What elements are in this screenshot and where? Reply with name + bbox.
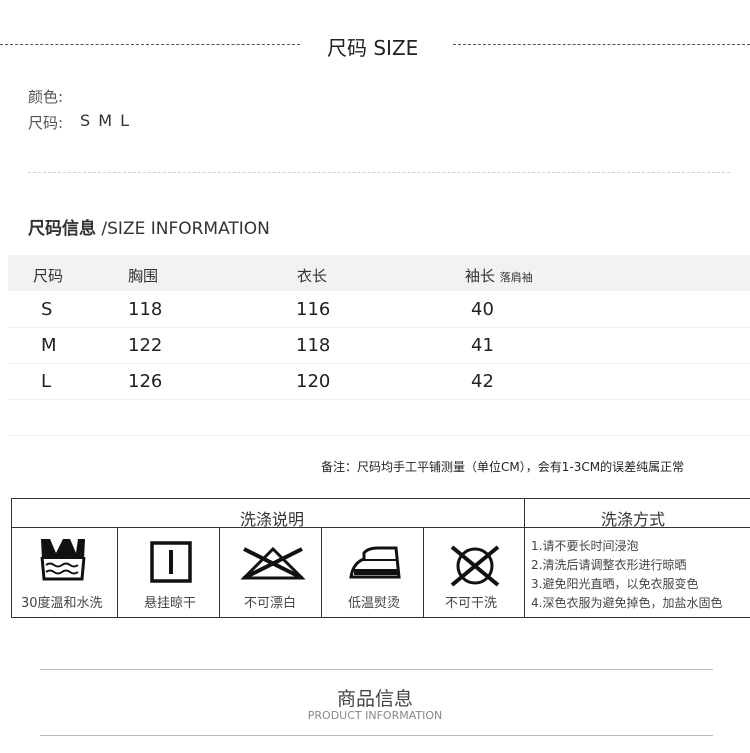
section-title-en: /SIZE INFORMATION [101, 219, 270, 239]
table-cell: L [41, 371, 52, 392]
table-cell: 118 [296, 335, 331, 356]
footer-subtitle: PRODUCT INFORMATION [307, 709, 443, 722]
care-rule: 2.清洗后请调整衣形进行晾晒 [531, 558, 687, 572]
care-col-divider [219, 528, 220, 617]
care-rule: 1.请不要长时间浸泡 [531, 539, 639, 553]
no-bleach-icon [240, 546, 306, 580]
hand-wash-30-icon [40, 539, 86, 581]
table-cell: 41 [471, 335, 494, 356]
table-cell: 118 [128, 299, 163, 320]
care-rule: 3.避免阳光直晒，以免衣服变色 [531, 577, 699, 591]
section-divider [28, 172, 730, 173]
care-col-divider [423, 528, 424, 617]
care-label: 低温熨烫 [348, 596, 401, 611]
col-size-header: 尺码 [33, 267, 64, 285]
care-label: 悬挂晾干 [144, 596, 197, 611]
care-title-right: 洗涤方式 [601, 510, 666, 529]
size-label: 尺码: [28, 114, 64, 132]
care-label: 不可漂白 [244, 596, 297, 611]
header-divider-left [0, 44, 300, 45]
table-cell: M [41, 335, 57, 356]
table-cell: 122 [128, 335, 163, 356]
care-label: 不可干洗 [445, 596, 498, 611]
row-divider [8, 327, 750, 328]
size-options: S M L [80, 111, 130, 130]
size-table-header [8, 255, 750, 291]
table-cell: 40 [471, 299, 494, 320]
row-divider [8, 399, 750, 400]
care-col-divider [524, 499, 525, 617]
footer-divider-top [40, 669, 713, 670]
table-cell: S [41, 299, 53, 320]
care-title-left: 洗涤说明 [240, 510, 305, 529]
footer-title: 商品信息 [336, 688, 413, 710]
table-cell: 126 [128, 371, 163, 392]
col-length-header: 衣长 [297, 267, 328, 285]
low-iron-icon [349, 546, 401, 579]
color-label: 颜色: [28, 88, 64, 106]
care-col-divider [321, 528, 322, 617]
measurement-note: 备注：尺码均手工平铺测量（单位CM），会有1-3CM的误差纯属正常 [321, 460, 685, 474]
col-sleeve-header-label: 袖长 [465, 267, 496, 285]
care-label: 30度温和水洗 [21, 596, 103, 611]
section-title: 尺码信息 /SIZE INFORMATION [28, 214, 270, 239]
table-cell: 116 [296, 299, 331, 320]
no-dry-clean-icon [450, 545, 500, 587]
footer-divider-bottom [40, 735, 713, 736]
col-sleeve-header: 袖长 落肩袖 [465, 265, 533, 286]
row-divider [8, 363, 750, 364]
care-col-divider [117, 528, 118, 617]
col-bust-header: 胸围 [128, 267, 159, 285]
table-cell: 42 [471, 371, 494, 392]
sleeve-note: 落肩袖 [499, 271, 533, 284]
section-title-cn: 尺码信息 [28, 219, 96, 239]
table-cell: 120 [296, 371, 331, 392]
hang-dry-icon [150, 541, 192, 583]
page-title: 尺码 SIZE [327, 36, 419, 60]
care-rule: 4.深色衣服为避免掉色，加盐水固色 [531, 596, 723, 610]
row-divider [8, 435, 750, 436]
header-divider-right [453, 44, 750, 45]
